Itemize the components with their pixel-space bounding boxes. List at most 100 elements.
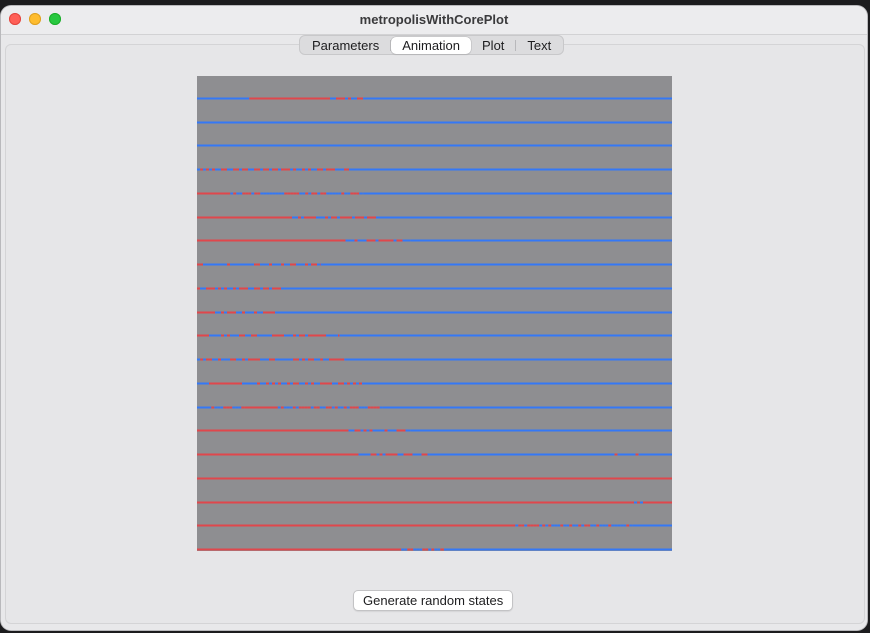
spin-segment [382, 453, 386, 456]
spin-segment [357, 429, 361, 432]
spin-segment [278, 358, 281, 361]
spin-segment [233, 334, 236, 337]
spin-segment [197, 453, 359, 456]
spin-segment [319, 216, 322, 219]
tab-text[interactable]: Text [516, 37, 562, 54]
spin-segment [296, 192, 300, 195]
spin-segment [664, 501, 667, 504]
generate-random-states-button[interactable]: Generate random states [353, 590, 514, 611]
spin-segment [209, 263, 212, 266]
spin-segment [320, 192, 324, 195]
spin-segment [301, 406, 305, 409]
spin-segment [292, 406, 296, 409]
spin-segment [215, 382, 218, 385]
spin-segment [375, 429, 379, 432]
spin-segment [209, 358, 212, 361]
spin-segment [325, 216, 328, 219]
spin-segment [290, 287, 292, 290]
spin-segment [370, 406, 374, 409]
spin-segment [421, 453, 425, 456]
spin-segment [257, 192, 261, 195]
spin-segment [317, 263, 320, 266]
spin-segment [353, 382, 356, 385]
spin-segment [539, 524, 543, 527]
spin-segment [296, 358, 299, 361]
spin-segment [295, 216, 298, 219]
spin-segment [402, 429, 406, 432]
spin-segment [354, 239, 358, 242]
spin-lattice-canvas [197, 97, 672, 551]
spin-segment [348, 239, 352, 242]
spin-segment [260, 263, 263, 266]
spin-segment [224, 287, 227, 290]
spin-segment [221, 382, 224, 385]
spin-segment [251, 334, 254, 337]
tab-animation[interactable]: Animation [391, 37, 472, 54]
spin-segment [287, 382, 290, 385]
spin-segment [284, 192, 288, 195]
spin-segment [626, 524, 630, 527]
spin-segment [342, 97, 345, 100]
spin-segment [254, 334, 257, 337]
spin-segment [272, 334, 275, 337]
spin-segment [344, 168, 347, 171]
spin-row [197, 382, 672, 385]
spin-segment [230, 382, 233, 385]
spin-segment [197, 524, 516, 527]
spin-segment [551, 524, 555, 527]
spin-segment [245, 168, 248, 171]
spin-segment [649, 501, 652, 504]
spin-segment [305, 192, 309, 195]
spin-segment [284, 287, 287, 290]
spin-segment [272, 192, 276, 195]
spin-segment [281, 311, 283, 314]
spin-segment [369, 429, 373, 432]
spin-segment [215, 168, 218, 171]
tab-parameters[interactable]: Parameters [301, 37, 390, 54]
spin-segment [299, 382, 302, 385]
spin-segment [281, 168, 284, 171]
spin-segment [329, 168, 332, 171]
spin-segment [206, 382, 209, 385]
spin-segment [215, 334, 218, 337]
spin-segment [350, 382, 353, 385]
spin-segment [289, 406, 293, 409]
spin-segment [444, 548, 672, 551]
spin-segment [197, 97, 250, 100]
spin-segment [233, 311, 236, 314]
spin-row [197, 477, 672, 480]
spin-segment [239, 192, 243, 195]
spin-segment [578, 524, 582, 527]
spin-segment [242, 168, 245, 171]
spin-segment [440, 548, 444, 551]
spin-segment [354, 429, 358, 432]
spin-segment [339, 239, 343, 242]
spin-segment [316, 216, 319, 219]
spin-row [197, 168, 672, 171]
spin-segment [209, 334, 212, 337]
spin-segment [320, 382, 323, 385]
spin-segment [366, 239, 370, 242]
spin-segment [346, 216, 349, 219]
spin-segment [284, 382, 287, 385]
spin-segment [328, 406, 332, 409]
spin-segment [320, 334, 323, 337]
spin-segment [359, 192, 363, 195]
spin-segment [233, 358, 236, 361]
spin-segment [353, 192, 357, 195]
spin-segment [396, 239, 400, 242]
tab-plot[interactable]: Plot [471, 37, 515, 54]
spin-segment [206, 334, 209, 337]
spin-segment [661, 501, 664, 504]
spin-segment [257, 334, 260, 337]
spin-segment [218, 311, 221, 314]
spin-segment [415, 453, 419, 456]
spin-segment [323, 168, 326, 171]
spin-segment [376, 406, 380, 409]
spin-segment [590, 524, 594, 527]
spin-segment [560, 524, 564, 527]
spin-segment [358, 406, 362, 409]
spin-segment [422, 548, 426, 551]
spin-segment [224, 311, 227, 314]
spin-segment [266, 168, 269, 171]
